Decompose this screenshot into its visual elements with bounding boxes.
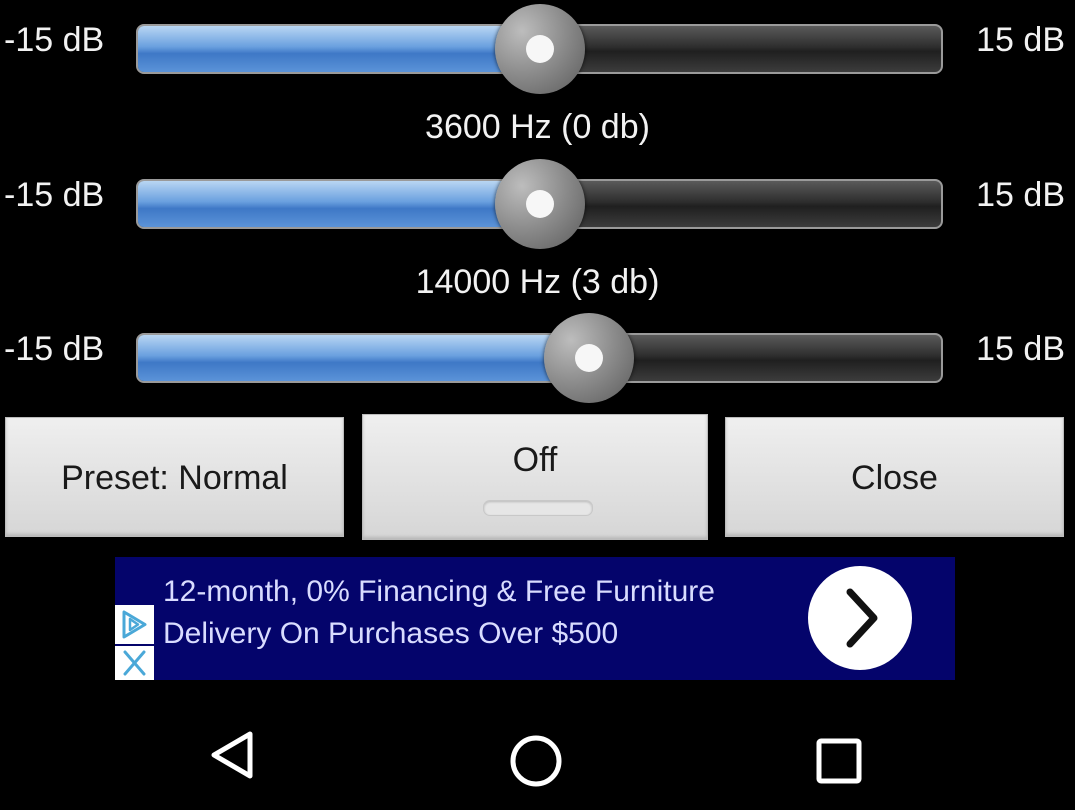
min-db-label: -15 dB (4, 21, 105, 59)
min-db-label: -15 dB (4, 176, 105, 214)
max-db-label: 15 dB (976, 21, 1065, 59)
preset-button-label: Preset: Normal (61, 459, 288, 497)
slider-thumb[interactable] (495, 4, 585, 94)
band-label-2: 3600 Hz (0 db) (425, 108, 650, 146)
ad-text: 12-month, 0% Financing & Free Furniture … (163, 571, 715, 655)
chevron-right-icon (846, 588, 878, 648)
toggle-button-label: Off (512, 441, 558, 479)
slider-thumb[interactable] (543, 313, 634, 403)
adchoices-icon[interactable] (115, 605, 154, 644)
max-db-label: 15 dB (976, 330, 1065, 368)
ad-line-2: Delivery On Purchases Over $500 (163, 617, 619, 650)
band-slider-3[interactable] (136, 333, 943, 383)
system-navigation-bar (0, 700, 1075, 810)
band-row-2: -15 dB 15 dB (0, 156, 1075, 249)
band-row-1: -15 dB 15 dB (0, 1, 1075, 94)
slider-fill (138, 181, 544, 227)
equalizer-toggle-button[interactable]: Off (362, 414, 708, 540)
close-button[interactable]: Close (725, 417, 1064, 537)
ad-close-icon[interactable] (115, 646, 154, 680)
recents-icon[interactable] (799, 714, 879, 794)
ad-banner[interactable]: 12-month, 0% Financing & Free Furniture … (115, 557, 955, 680)
min-db-label: -15 dB (4, 330, 105, 368)
close-button-label: Close (851, 459, 938, 497)
slider-thumb[interactable] (495, 159, 585, 249)
max-db-label: 15 dB (976, 176, 1065, 214)
toggle-indicator (483, 500, 593, 516)
ad-line-1: 12-month, 0% Financing & Free Furniture (163, 575, 715, 608)
preset-button[interactable]: Preset: Normal (5, 417, 344, 537)
slider-fill (138, 26, 544, 72)
band-label-3: 14000 Hz (3 db) (415, 263, 660, 301)
home-icon[interactable] (496, 714, 576, 794)
ad-arrow-button[interactable] (808, 566, 912, 670)
back-icon[interactable] (194, 714, 274, 794)
band-row-3: -15 dB 15 dB (0, 310, 1075, 403)
